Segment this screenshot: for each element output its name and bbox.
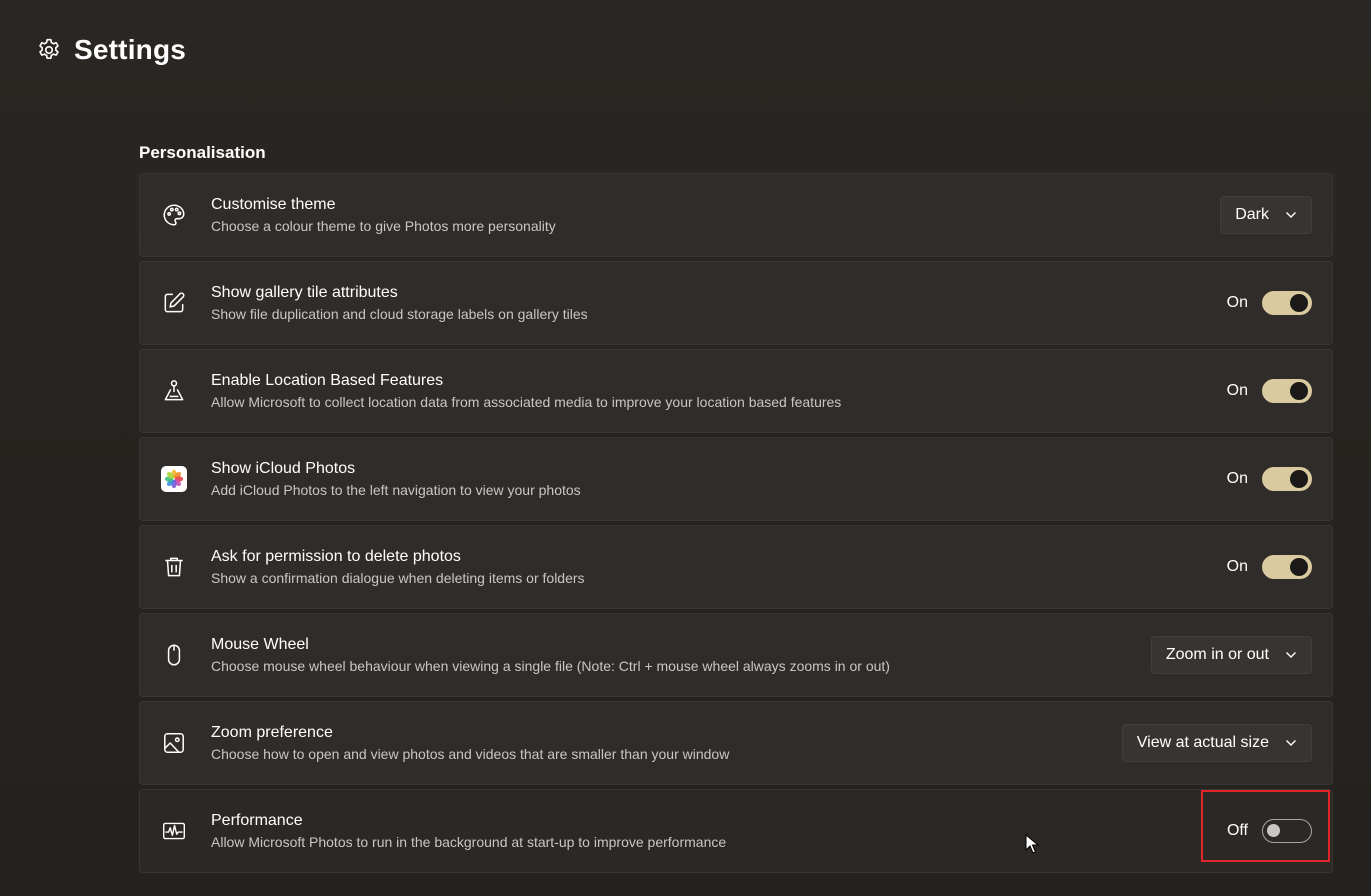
section-title: Personalisation [139, 143, 266, 162]
setting-label: Customise theme [211, 196, 336, 213]
zoom-preference-dropdown[interactable]: View at actual size [1121, 724, 1312, 762]
dropdown-value: Zoom in or out [1165, 646, 1269, 663]
toggle-state-label: On [1226, 558, 1248, 575]
setting-label: Performance [211, 812, 303, 829]
setting-label: Mouse Wheel [211, 636, 309, 653]
chevron-down-icon [1285, 206, 1297, 224]
page-header: Settings [36, 34, 186, 66]
gallery-attributes-toggle[interactable] [1262, 291, 1312, 315]
setting-description: Choose mouse wheel behaviour when viewin… [211, 658, 890, 674]
gear-icon [36, 37, 62, 63]
setting-location-features: Enable Location Based Features Allow Mic… [139, 349, 1333, 433]
setting-description: Choose a colour theme to give Photos mor… [211, 218, 556, 234]
dropdown-value: Dark [1235, 206, 1269, 223]
setting-description: Allow Microsoft to collect location data… [211, 394, 842, 410]
chevron-down-icon [1285, 646, 1297, 664]
setting-label: Zoom preference [211, 724, 333, 741]
delete-permission-toggle[interactable] [1262, 555, 1312, 579]
setting-customise-theme: Customise theme Choose a colour theme to… [139, 173, 1333, 257]
location-features-toggle[interactable] [1262, 379, 1312, 403]
setting-description: Allow Microsoft Photos to run in the bac… [211, 834, 727, 850]
toggle-knob [1290, 558, 1308, 576]
setting-label: Show iCloud Photos [211, 460, 356, 477]
chevron-down-icon [1285, 734, 1297, 752]
performance-icon [160, 817, 188, 845]
theme-dropdown[interactable]: Dark [1220, 196, 1312, 234]
mouse-cursor-icon [1025, 833, 1040, 859]
icloud-photos-icon [160, 465, 188, 493]
page-title: Settings [74, 34, 187, 65]
mouse-wheel-dropdown[interactable]: Zoom in or out [1150, 636, 1312, 674]
dropdown-value: View at actual size [1136, 734, 1269, 751]
icloud-photos-toggle[interactable] [1262, 467, 1312, 491]
setting-delete-permission: Ask for permission to delete photos Show… [139, 525, 1333, 609]
settings-list: Customise theme Choose a colour theme to… [139, 173, 1333, 877]
setting-zoom-preference: Zoom preference Choose how to open and v… [139, 701, 1333, 785]
toggle-state-label: On [1226, 382, 1248, 399]
setting-label: Ask for permission to delete photos [211, 548, 461, 565]
setting-description: Show a confirmation dialogue when deleti… [211, 570, 585, 586]
highlight-annotation-box [1201, 790, 1330, 862]
toggle-knob [1290, 382, 1308, 400]
setting-gallery-tile-attributes: Show gallery tile attributes Show file d… [139, 261, 1333, 345]
setting-label: Show gallery tile attributes [211, 284, 398, 301]
setting-description: Choose how to open and view photos and v… [211, 746, 730, 762]
setting-performance: Performance Allow Microsoft Photos to ru… [139, 789, 1333, 873]
setting-description: Show file duplication and cloud storage … [211, 306, 588, 322]
setting-mouse-wheel: Mouse Wheel Choose mouse wheel behaviour… [139, 613, 1333, 697]
setting-label: Enable Location Based Features [211, 372, 444, 389]
toggle-state-label: On [1226, 294, 1248, 311]
toggle-knob [1290, 470, 1308, 488]
image-icon [160, 729, 188, 757]
location-icon [160, 377, 188, 405]
edit-icon [160, 289, 188, 317]
palette-icon [160, 201, 188, 229]
setting-description: Add iCloud Photos to the left navigation… [211, 482, 581, 498]
trash-icon [160, 553, 188, 581]
setting-icloud-photos: Show iCloud Photos Add iCloud Photos to … [139, 437, 1333, 521]
mouse-icon [160, 641, 188, 669]
toggle-knob [1290, 294, 1308, 312]
toggle-state-label: On [1226, 470, 1248, 487]
settings-window: Settings Personalisation Customise theme… [0, 0, 1371, 896]
